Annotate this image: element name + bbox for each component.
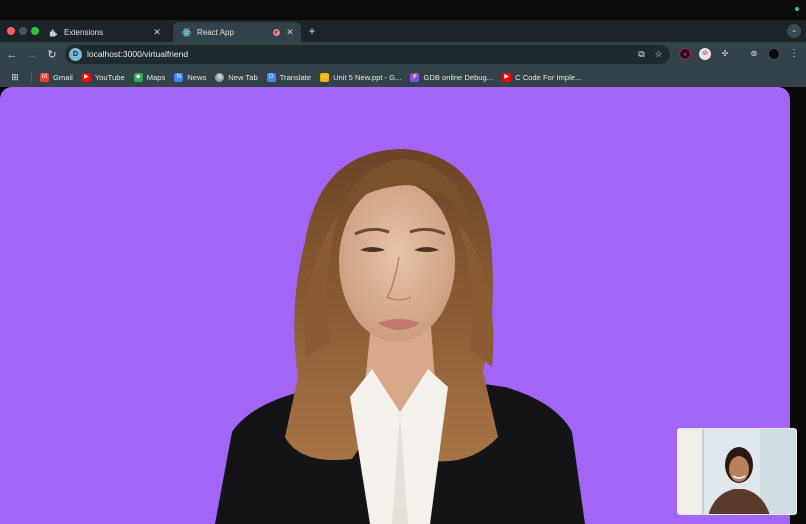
url-text: localhost:3000/virtualfriend (87, 49, 189, 59)
extension-icon-2[interactable]: ⊘ (699, 48, 711, 60)
system-top-bar (0, 0, 806, 20)
bookmark-label: GDB online Debug... (423, 72, 494, 82)
bookmark-translate[interactable]: G Translate (266, 72, 312, 82)
window-zoom-button[interactable] (31, 27, 39, 35)
bookmark-gmail[interactable]: M Gmail (40, 72, 73, 82)
youtube-icon: ▶ (502, 72, 512, 82)
extension-icon-1[interactable]: ● (679, 48, 691, 60)
profile-avatar[interactable] (768, 48, 780, 60)
bookmark-label: News (187, 72, 207, 82)
close-tab-icon[interactable]: ✕ (151, 27, 163, 38)
bookmark-youtube[interactable]: ▶ YouTube (81, 72, 125, 82)
maps-icon: ◆ (133, 72, 143, 82)
browser-chrome: Extensions ✕ React App ✕ + ⌄ ← → ↻ D loc… (0, 20, 806, 87)
tab-search-button[interactable]: ⌄ (787, 24, 801, 38)
webcam-preview[interactable] (677, 428, 797, 515)
youtube-icon: ▶ (81, 72, 91, 82)
bookmark-maps[interactable]: ◆ Maps (133, 72, 166, 82)
gmail-icon: M (40, 72, 49, 82)
more-menu-icon[interactable]: ⋮ (788, 47, 800, 61)
bookmark-gdb-online[interactable]: ⚡ GDB online Debug... (410, 72, 494, 82)
bookmark-label: YouTube (94, 72, 125, 82)
window-minimize-button[interactable] (19, 27, 27, 35)
forward-arrow-icon[interactable]: → (24, 47, 40, 63)
bookmark-label: Maps (146, 72, 166, 82)
recording-icon (273, 28, 280, 36)
webcam-person-image (678, 429, 796, 514)
extensions-puzzle-icon[interactable]: ✣ (719, 48, 731, 60)
bookmark-new-tab[interactable]: ◍ New Tab (215, 72, 258, 82)
browser-toolbar: ← → ↻ D localhost:3000/virtualfriend ⧉ ☆… (0, 42, 806, 67)
bookmark-label: New Tab (228, 72, 258, 82)
back-arrow-icon[interactable]: ← (4, 47, 20, 63)
bookmark-label: Translate (279, 72, 312, 82)
reload-icon[interactable]: ↻ (44, 47, 60, 63)
react-icon (181, 27, 191, 37)
page-viewport (0, 87, 790, 524)
tab-title: Extensions (64, 27, 104, 37)
tab-title: React App (197, 27, 234, 37)
install-app-icon[interactable]: ⧉ (635, 48, 648, 61)
bookmark-news[interactable]: N News (174, 72, 207, 82)
bookmark-label: Unit 5 New.ppt - G... (333, 72, 402, 82)
bookmark-label: Gmail (53, 72, 73, 82)
tab-extensions[interactable]: Extensions ✕ (40, 22, 168, 42)
site-info-icon[interactable]: D (69, 48, 82, 61)
close-tab-icon[interactable]: ✕ (284, 27, 296, 38)
chrome-labs-icon[interactable]: ⊛ (748, 48, 760, 60)
lightning-icon: ⚡ (410, 72, 420, 82)
news-icon: N (174, 72, 184, 82)
bookmark-unit5-slides[interactable]: ▭ Unit 5 New.ppt - G... (320, 72, 402, 82)
new-tab-button[interactable]: + (305, 23, 319, 39)
tab-react-app[interactable]: React App ✕ (173, 22, 301, 42)
address-bar[interactable]: D localhost:3000/virtualfriend ⧉ ☆ (65, 45, 670, 64)
apps-grid-icon[interactable]: ⊞ (9, 71, 21, 83)
recording-indicator-dot (795, 7, 799, 11)
bookmarks-divider (31, 71, 32, 83)
bookmarks-bar: ⊞ M Gmail ▶ YouTube ◆ Maps N News ◍ New … (0, 67, 806, 87)
bookmark-label: C Code For Imple... (515, 72, 582, 82)
translate-icon: G (266, 72, 276, 82)
puzzle-icon (48, 27, 58, 37)
tab-strip: Extensions ✕ React App ✕ + ⌄ (0, 20, 806, 42)
window-close-button[interactable] (7, 27, 15, 35)
bookmark-c-code[interactable]: ▶ C Code For Imple... (502, 72, 582, 82)
virtual-friend-avatar (215, 149, 585, 524)
globe-icon: ◍ (215, 72, 225, 82)
bookmark-star-icon[interactable]: ☆ (652, 48, 665, 61)
slides-icon: ▭ (320, 72, 330, 82)
